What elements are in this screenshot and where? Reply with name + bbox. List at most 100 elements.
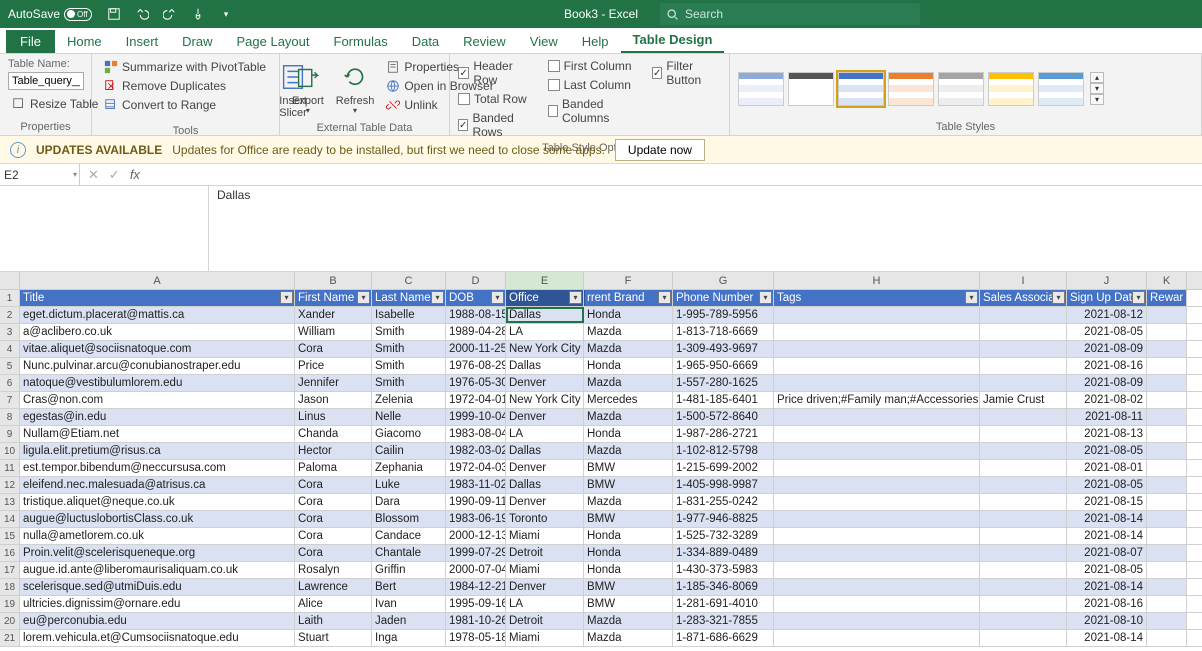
worksheet[interactable]: ABCDEFGHIJK 1Title▾First Name▾Last Name▾… [0,272,1202,647]
tab-home[interactable]: Home [55,30,114,53]
cell[interactable]: Mazda [584,409,673,425]
cell[interactable]: Mazda [584,613,673,629]
cell[interactable]: Mazda [584,324,673,340]
cell[interactable]: lorem.vehicula.et@Cumsociisnatoque.edu [20,630,295,646]
cell[interactable] [980,630,1067,646]
cell[interactable]: 1989-04-28 [446,324,506,340]
col-header-B[interactable]: B [295,272,372,289]
cell[interactable]: 1984-12-21 [446,579,506,595]
cell[interactable]: Cora [295,477,372,493]
cell[interactable]: nulla@ametlorem.co.uk [20,528,295,544]
cell[interactable] [1147,426,1187,442]
cell[interactable] [774,358,980,374]
cell[interactable]: Candace [372,528,446,544]
cell[interactable]: 1-215-699-2002 [673,460,774,476]
header-cell[interactable]: Tags▾ [774,290,980,306]
undo-icon[interactable] [134,6,150,22]
cell[interactable] [774,324,980,340]
cell[interactable]: vitae.aliquet@sociisnatoque.com [20,341,295,357]
filter-button[interactable]: ▾ [658,291,671,304]
tab-file[interactable]: File [6,30,55,53]
header-cell[interactable]: Last Name▾ [372,290,446,306]
row-header[interactable]: 11 [0,460,20,476]
cell[interactable]: 1-405-998-9987 [673,477,774,493]
cell[interactable]: Miami [506,528,584,544]
cell[interactable]: 1-525-732-3289 [673,528,774,544]
cell[interactable]: Zelenia [372,392,446,408]
cell[interactable]: BMW [584,460,673,476]
cell[interactable]: 2021-08-14 [1067,579,1147,595]
cell[interactable]: Denver [506,579,584,595]
filter-button[interactable]: ▾ [357,291,370,304]
table-style-5[interactable] [988,72,1034,106]
cell[interactable] [980,324,1067,340]
cell[interactable] [774,409,980,425]
cell[interactable]: BMW [584,579,673,595]
cell[interactable]: 1972-04-01 [446,392,506,408]
cell[interactable] [980,494,1067,510]
cell[interactable]: 1999-07-29 [446,545,506,561]
cell[interactable]: Detroit [506,613,584,629]
cell[interactable]: 1-334-889-0489 [673,545,774,561]
cell[interactable]: 2021-08-05 [1067,443,1147,459]
cell[interactable]: 2021-08-16 [1067,358,1147,374]
cell[interactable]: 1-965-950-6669 [673,358,774,374]
col-header-A[interactable]: A [20,272,295,289]
cell[interactable] [1147,528,1187,544]
cell[interactable]: Dara [372,494,446,510]
header-cell[interactable]: Rewar [1147,290,1187,306]
cell[interactable] [774,443,980,459]
cell[interactable]: Honda [584,545,673,561]
cell[interactable] [774,562,980,578]
refresh-button[interactable]: Refresh▾ [332,58,379,120]
cell[interactable]: Dallas [506,307,584,323]
gallery-scroll[interactable]: ▴▾▾ [1090,72,1104,105]
row-header[interactable]: 4 [0,341,20,357]
cell[interactable] [774,307,980,323]
cell[interactable] [774,596,980,612]
formula-bar[interactable]: Dallas [208,186,1202,272]
filter-button[interactable]: ▾ [569,291,582,304]
cell[interactable]: 2021-08-16 [1067,596,1147,612]
cell[interactable]: 1988-08-15 [446,307,506,323]
cell[interactable]: Price driven;#Family man;#Accessories [774,392,980,408]
cell[interactable]: Smith [372,358,446,374]
cell[interactable]: Jaden [372,613,446,629]
cell[interactable]: 1-309-493-9697 [673,341,774,357]
row-header[interactable]: 9 [0,426,20,442]
col-header-D[interactable]: D [446,272,506,289]
cell[interactable] [980,460,1067,476]
cell[interactable] [1147,579,1187,595]
cell[interactable]: eu@perconubia.edu [20,613,295,629]
cell[interactable] [1147,409,1187,425]
col-header-C[interactable]: C [372,272,446,289]
remove-duplicates-button[interactable]: Remove Duplicates [100,77,270,95]
cell[interactable]: 1-283-321-7855 [673,613,774,629]
cell[interactable] [1147,375,1187,391]
cell[interactable]: 1-500-572-8640 [673,409,774,425]
row-header[interactable]: 8 [0,409,20,425]
cell[interactable]: 1983-06-19 [446,511,506,527]
cell[interactable] [980,477,1067,493]
cell[interactable] [980,443,1067,459]
cell[interactable]: scelerisque.sed@utmiDuis.edu [20,579,295,595]
tab-page-layout[interactable]: Page Layout [225,30,322,53]
cell[interactable] [980,579,1067,595]
cell[interactable]: 2021-08-11 [1067,409,1147,425]
chk-banded-columns[interactable]: Banded Columns [548,96,640,126]
table-style-0[interactable] [738,72,784,106]
cell[interactable] [1147,596,1187,612]
row-header[interactable]: 10 [0,443,20,459]
touch-mode-icon[interactable] [190,6,206,22]
cell[interactable]: LA [506,324,584,340]
fx-icon[interactable]: fx [130,167,140,182]
tab-help[interactable]: Help [570,30,621,53]
cell[interactable]: BMW [584,596,673,612]
cell[interactable]: Dallas [506,443,584,459]
table-style-3[interactable] [888,72,934,106]
filter-button[interactable]: ▾ [431,291,444,304]
cell[interactable]: Cora [295,528,372,544]
cell[interactable] [980,341,1067,357]
col-header-H[interactable]: H [774,272,980,289]
cell[interactable] [1147,324,1187,340]
